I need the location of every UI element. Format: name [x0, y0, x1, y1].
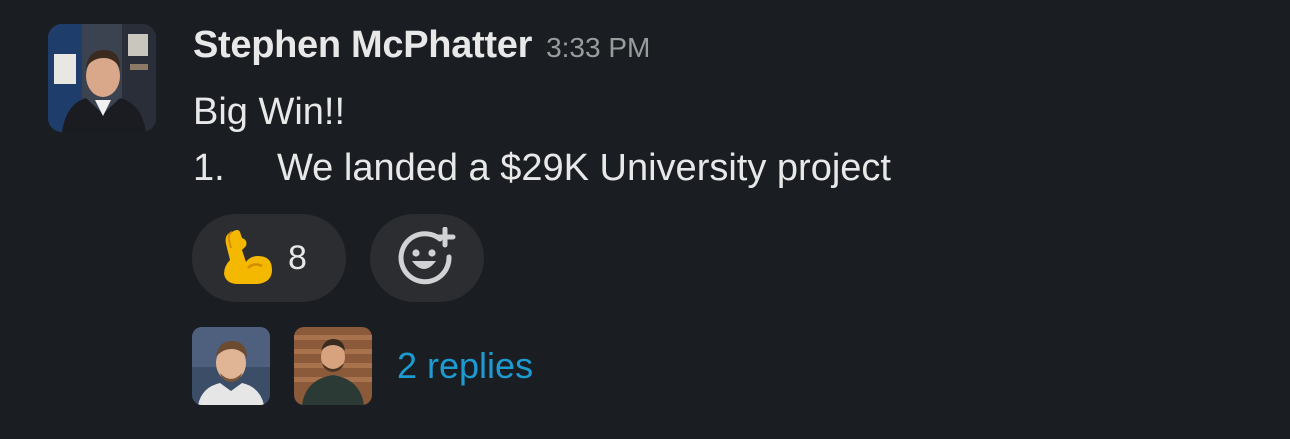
list-text: We landed a $29K University project [277, 147, 891, 189]
flexed-biceps-icon [218, 226, 274, 291]
message-timestamp[interactable]: 3:33 PM [546, 32, 650, 64]
message-header: Stephen McPhatter 3:33 PM [193, 24, 650, 72]
reaction-count: 8 [288, 238, 307, 277]
list-item: 1. We landed a $29K University project [193, 140, 891, 196]
add-reaction-icon [398, 226, 456, 290]
add-reaction-button[interactable] [370, 214, 484, 302]
reply-avatar[interactable] [294, 327, 372, 405]
sender-name[interactable]: Stephen McPhatter [193, 24, 532, 67]
message-line: Big Win!! [193, 91, 346, 133]
reactions-bar: 8 [192, 214, 484, 302]
thread-summary[interactable]: 2 replies [192, 327, 533, 405]
reaction-flexed-biceps[interactable]: 8 [192, 214, 346, 302]
sender-avatar[interactable] [48, 24, 156, 132]
reply-avatar[interactable] [192, 327, 270, 405]
replies-link[interactable]: 2 replies [397, 345, 533, 387]
list-number: 1. [193, 147, 225, 189]
message: Stephen McPhatter 3:33 PM Big Win!! 1. W… [0, 0, 1290, 439]
message-body: Big Win!! 1. We landed a $29K University… [193, 84, 891, 196]
